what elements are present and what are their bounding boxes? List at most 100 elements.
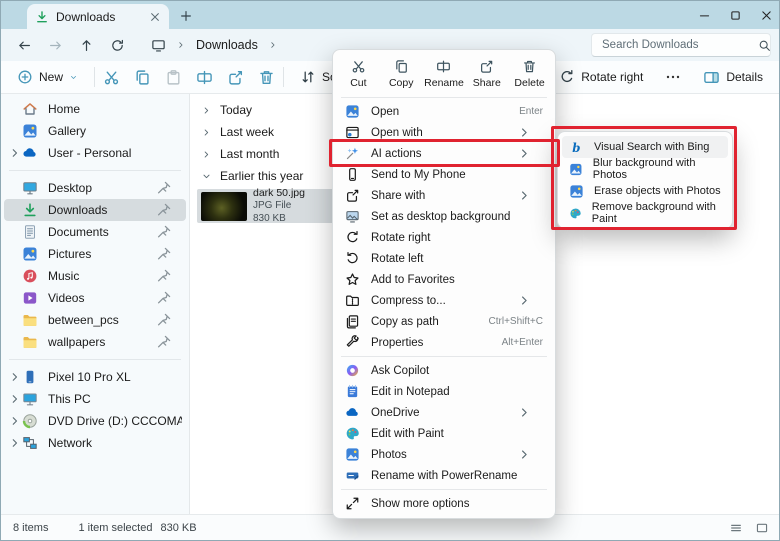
submenu-item-remove-background-with-paint[interactable]: Remove background with Paint — [562, 202, 728, 224]
group-label: Today — [220, 103, 252, 117]
back-button[interactable] — [17, 38, 32, 53]
notepad-icon — [345, 384, 360, 399]
onedrive-icon — [345, 405, 360, 420]
sidebar-item-label: Network — [48, 436, 182, 450]
up-button[interactable] — [79, 38, 94, 53]
group-label: Last month — [220, 147, 279, 161]
sidebar-item-network[interactable]: Network — [4, 432, 186, 454]
sidebar-item-desktop[interactable]: Desktop — [4, 177, 186, 199]
menu-item-rotate-right[interactable]: Rotate right — [337, 227, 551, 248]
menu-item-label: Edit with Paint — [371, 428, 543, 440]
search-box[interactable] — [591, 33, 771, 57]
breadcrumb-segment-downloads[interactable]: Downloads — [196, 38, 258, 52]
share-button[interactable] — [227, 69, 244, 86]
menu-item-compress-to-[interactable]: Compress to... — [337, 290, 551, 311]
rename-button[interactable] — [196, 69, 213, 86]
menu-item-rename-with-powerrename[interactable]: Rename with PowerRename — [337, 465, 551, 486]
copy-button[interactable] — [134, 69, 151, 86]
submenu-item-visual-search-with-bing[interactable]: bVisual Search with Bing — [562, 136, 728, 158]
menu-quick-delete[interactable]: Delete — [508, 54, 551, 94]
menu-item-open-with[interactable]: Open with — [337, 122, 551, 143]
tab-close-icon[interactable] — [149, 11, 161, 23]
maximize-button[interactable] — [729, 9, 742, 22]
new-tab-button[interactable] — [179, 9, 193, 23]
details-panel-icon — [703, 69, 720, 86]
expander-chevron-icon[interactable] — [8, 370, 22, 384]
menu-item-edit-with-paint[interactable]: Edit with Paint — [337, 423, 551, 444]
menu-quick-cut[interactable]: Cut — [337, 54, 380, 94]
photos-app-icon — [345, 104, 360, 119]
powerrename-icon — [345, 468, 360, 483]
sidebar-item-between-pcs[interactable]: between_pcs — [4, 309, 186, 331]
search-input[interactable] — [600, 38, 758, 52]
sidebar-item-pixel-10-pro-xl[interactable]: Pixel 10 Pro XL — [4, 366, 186, 388]
submenu-item-erase-objects-with-photos[interactable]: Erase objects with Photos — [562, 180, 728, 202]
sidebar-item-documents[interactable]: Documents — [4, 221, 186, 243]
sidebar-item-music[interactable]: Music — [4, 265, 186, 287]
expander-chevron-icon[interactable] — [8, 414, 22, 428]
refresh-button[interactable] — [110, 38, 125, 53]
delete-button[interactable] — [258, 69, 275, 86]
cut-button[interactable] — [103, 69, 120, 86]
menu-item-edit-in-notepad[interactable]: Edit in Notepad — [337, 381, 551, 402]
sidebar-item-home[interactable]: Home — [4, 98, 186, 120]
menu-item-photos[interactable]: Photos — [337, 444, 551, 465]
submenu-item-blur-background-with-photos[interactable]: Blur background with Photos — [562, 158, 728, 180]
sidebar-pictures-icon — [22, 246, 38, 262]
menu-item-send-to-my-phone[interactable]: Send to My Phone — [337, 164, 551, 185]
menu-item-rotate-left[interactable]: Rotate left — [337, 248, 551, 269]
menu-item-share-with[interactable]: Share with — [337, 185, 551, 206]
expander-chevron-icon[interactable] — [8, 392, 22, 406]
menu-item-ai-actions[interactable]: AI actions — [337, 143, 551, 164]
menu-item-set-as-desktop-background[interactable]: Set as desktop background — [337, 206, 551, 227]
menu-quick-share[interactable]: Share — [465, 54, 508, 94]
submenu-item-label: Blur background with Photos — [593, 157, 721, 181]
quick-action-label: Delete — [514, 77, 544, 89]
breadcrumb[interactable]: Downloads — [151, 38, 278, 53]
see-more-ellipsis-icon[interactable] — [665, 69, 681, 85]
view-list-icon[interactable] — [729, 521, 743, 535]
menu-item-copy-as-path[interactable]: Copy as pathCtrl+Shift+C — [337, 311, 551, 332]
view-thumb-icon[interactable] — [755, 521, 769, 535]
expander-spacer — [8, 335, 22, 349]
details-button[interactable]: Details — [695, 64, 771, 90]
share-icon — [479, 59, 494, 74]
menu-item-ask-copilot[interactable]: Ask Copilot — [337, 360, 551, 381]
sidebar-item-dvd-drive-d-cccoma-x64fre-en-us-d[interactable]: DVD Drive (D:) CCCOMA_X64FRE_EN-US_D — [4, 410, 186, 432]
sidebar-item-pictures[interactable]: Pictures — [4, 243, 186, 265]
file-item-dark50[interactable]: dark 50.jpg JPG File 830 KB — [197, 189, 335, 223]
menu-item-add-to-favorites[interactable]: Add to Favorites — [337, 269, 551, 290]
menu-item-label: Send to My Phone — [371, 169, 543, 181]
sidebar-item-wallpapers[interactable]: wallpapers — [4, 331, 186, 353]
explorer-tab-downloads[interactable]: Downloads — [27, 4, 169, 29]
forward-button[interactable] — [48, 38, 63, 53]
sidebar-item-user-personal[interactable]: User - Personal — [4, 142, 186, 164]
copilot-icon — [345, 363, 360, 378]
expander-spacer — [8, 269, 22, 283]
sidebar-item-videos[interactable]: Videos — [4, 287, 186, 309]
minimize-button[interactable] — [698, 9, 711, 22]
paste-button[interactable] — [165, 69, 182, 86]
menu-quick-rename[interactable]: Rename — [423, 54, 466, 94]
pin-icon — [156, 224, 172, 240]
close-button[interactable] — [760, 9, 773, 22]
rotate-right-icon — [559, 69, 575, 85]
sidebar-item-downloads[interactable]: Downloads — [4, 199, 186, 221]
sidebar-this-pc-icon — [22, 391, 38, 407]
new-button[interactable]: New — [9, 64, 86, 90]
expander-chevron-icon[interactable] — [8, 436, 22, 450]
pin-icon — [156, 180, 172, 196]
rotate-right-button[interactable]: Rotate right — [551, 64, 651, 90]
paint-icon — [569, 206, 582, 221]
menu-item-properties[interactable]: PropertiesAlt+Enter — [337, 332, 551, 353]
sidebar-item-this-pc[interactable]: This PC — [4, 388, 186, 410]
submenu-chevron-icon — [517, 146, 532, 161]
selection-count: 1 item selected — [78, 522, 152, 534]
context-menu: CutCopyRenameShare Delete OpenEnterOpen w… — [332, 49, 556, 519]
menu-item-onedrive[interactable]: OneDrive — [337, 402, 551, 423]
menu-item-show-more-options[interactable]: Show more options — [337, 493, 551, 514]
sidebar-item-gallery[interactable]: Gallery — [4, 120, 186, 142]
expander-chevron-icon[interactable] — [8, 146, 22, 160]
menu-quick-copy[interactable]: Copy — [380, 54, 423, 94]
menu-item-open[interactable]: OpenEnter — [337, 101, 551, 122]
